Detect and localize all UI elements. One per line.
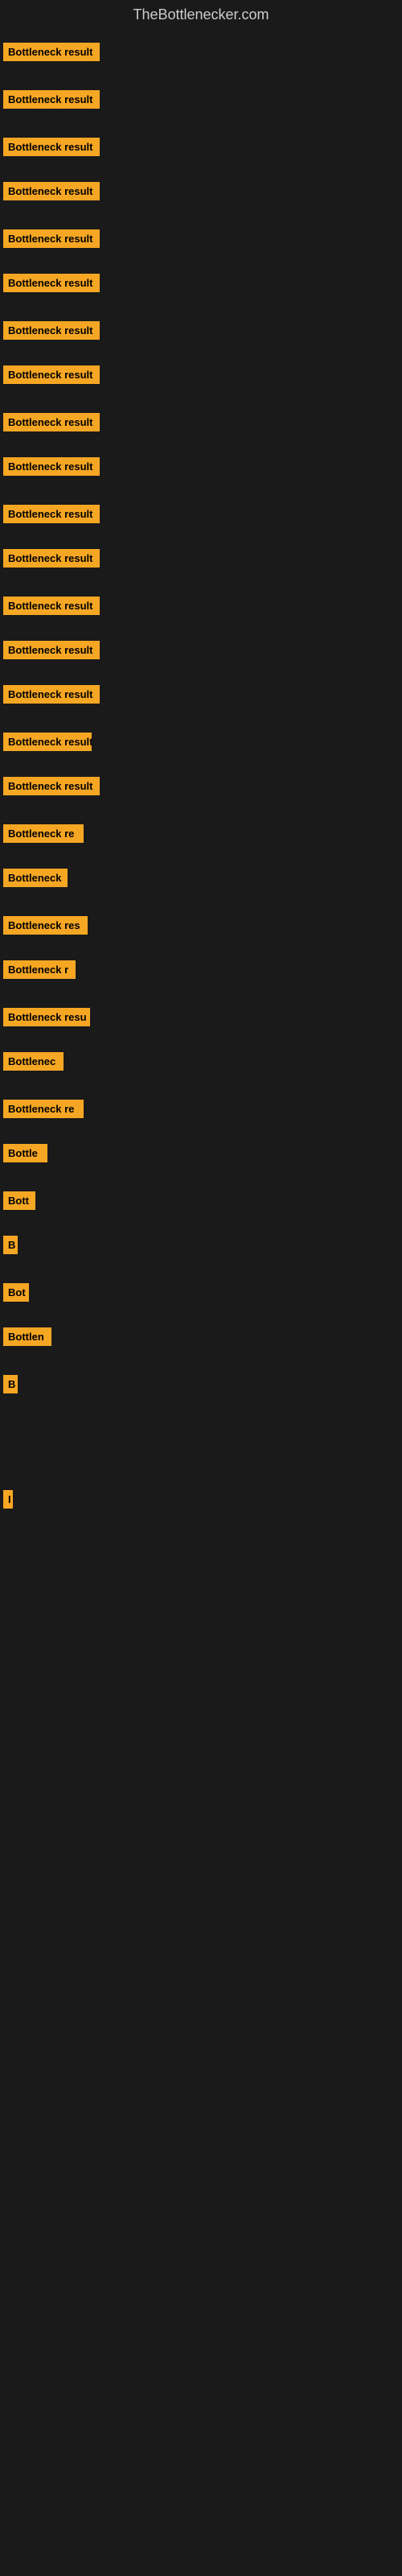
bottleneck-label: Bottleneck result: [3, 138, 100, 156]
bar-row-10: Bottleneck result: [0, 484, 402, 531]
bar-row-8: Bottleneck result: [0, 392, 402, 440]
bar-row-2: Bottleneck result: [0, 117, 402, 164]
bottleneck-label: Bottleneck result: [3, 365, 100, 384]
bottleneck-label: Bottleneck r: [3, 960, 76, 979]
bottleneck-label: Bottleneck result: [3, 641, 100, 659]
bar-row-20: Bottleneck r: [0, 943, 402, 987]
bottleneck-label: Bott: [3, 1191, 35, 1210]
bar-row-30: [0, 1402, 402, 1435]
bottleneck-label: Bottleneck re: [3, 824, 84, 843]
bar-row-0: Bottleneck result: [0, 30, 402, 69]
bottleneck-label: Bottleneck result: [3, 321, 100, 340]
bar-row-34: [0, 1567, 402, 1616]
bars-container: Bottleneck result Bottleneck result Bottle…: [0, 30, 402, 1666]
bottleneck-label: Bottleneck result: [3, 505, 100, 523]
bar-row-12: Bottleneck result: [0, 576, 402, 623]
bar-row-35: [0, 1616, 402, 1666]
bottleneck-label: Bottleneck result: [3, 43, 100, 61]
bar-row-17: Bottleneck re: [0, 803, 402, 851]
bar-row-26: B: [0, 1218, 402, 1262]
bottleneck-label: Bottleneck result: [3, 777, 100, 795]
bar-row-31: [0, 1435, 402, 1469]
bar-row-16: Bottleneck result: [0, 759, 402, 803]
bottleneck-label: Bottleneck resu: [3, 1008, 90, 1026]
site-title: TheBottlenecker.com: [0, 0, 402, 30]
bar-row-13: Bottleneck result: [0, 623, 402, 667]
bar-row-11: Bottleneck result: [0, 531, 402, 576]
bottleneck-label: Bottleneck result: [3, 733, 92, 751]
bar-row-5: Bottleneck result: [0, 256, 402, 300]
bottleneck-label: B: [3, 1236, 18, 1254]
bottleneck-label: Bottlenec: [3, 1052, 64, 1071]
bottleneck-label: Bottleneck result: [3, 229, 100, 248]
bar-row-15: Bottleneck result: [0, 712, 402, 759]
bottleneck-label: Bottleneck result: [3, 597, 100, 615]
bar-row-4: Bottleneck result: [0, 208, 402, 256]
bar-row-14: Bottleneck result: [0, 667, 402, 712]
bottleneck-label: I: [3, 1490, 13, 1509]
bottleneck-label: Bottleneck result: [3, 413, 100, 431]
bar-row-7: Bottleneck result: [0, 348, 402, 392]
bar-row-24: Bottle: [0, 1126, 402, 1170]
bar-row-6: Bottleneck result: [0, 300, 402, 348]
bar-row-27: Bot: [0, 1262, 402, 1310]
bar-row-25: Bott: [0, 1170, 402, 1218]
bar-row-3: Bottleneck result: [0, 164, 402, 208]
bar-row-23: Bottleneck re: [0, 1079, 402, 1126]
bottleneck-label: Bottle: [3, 1144, 47, 1162]
bar-row-1: Bottleneck result: [0, 69, 402, 117]
bottleneck-label: Bottleneck re: [3, 1100, 84, 1118]
bottleneck-label: Bottleneck result: [3, 182, 100, 200]
bar-row-32: I: [0, 1469, 402, 1517]
bar-row-21: Bottleneck resu: [0, 987, 402, 1034]
bottleneck-label: Bot: [3, 1283, 29, 1302]
bar-row-22: Bottlenec: [0, 1034, 402, 1079]
bar-row-33: [0, 1517, 402, 1567]
bottleneck-label: Bottleneck result: [3, 274, 100, 292]
bottleneck-label: Bottleneck result: [3, 457, 100, 476]
bar-row-29: B: [0, 1354, 402, 1402]
bottleneck-label: Bottleneck res: [3, 916, 88, 935]
bottleneck-label: Bottlen: [3, 1327, 51, 1346]
bottleneck-label: Bottleneck: [3, 869, 68, 887]
bottleneck-label: B: [3, 1375, 18, 1393]
bottleneck-label: Bottleneck result: [3, 549, 100, 568]
bar-row-18: Bottleneck: [0, 851, 402, 895]
bottleneck-label: Bottleneck result: [3, 685, 100, 704]
bar-row-9: Bottleneck result: [0, 440, 402, 484]
bar-row-28: Bottlen: [0, 1310, 402, 1354]
bar-row-19: Bottleneck res: [0, 895, 402, 943]
bottleneck-label: Bottleneck result: [3, 90, 100, 109]
